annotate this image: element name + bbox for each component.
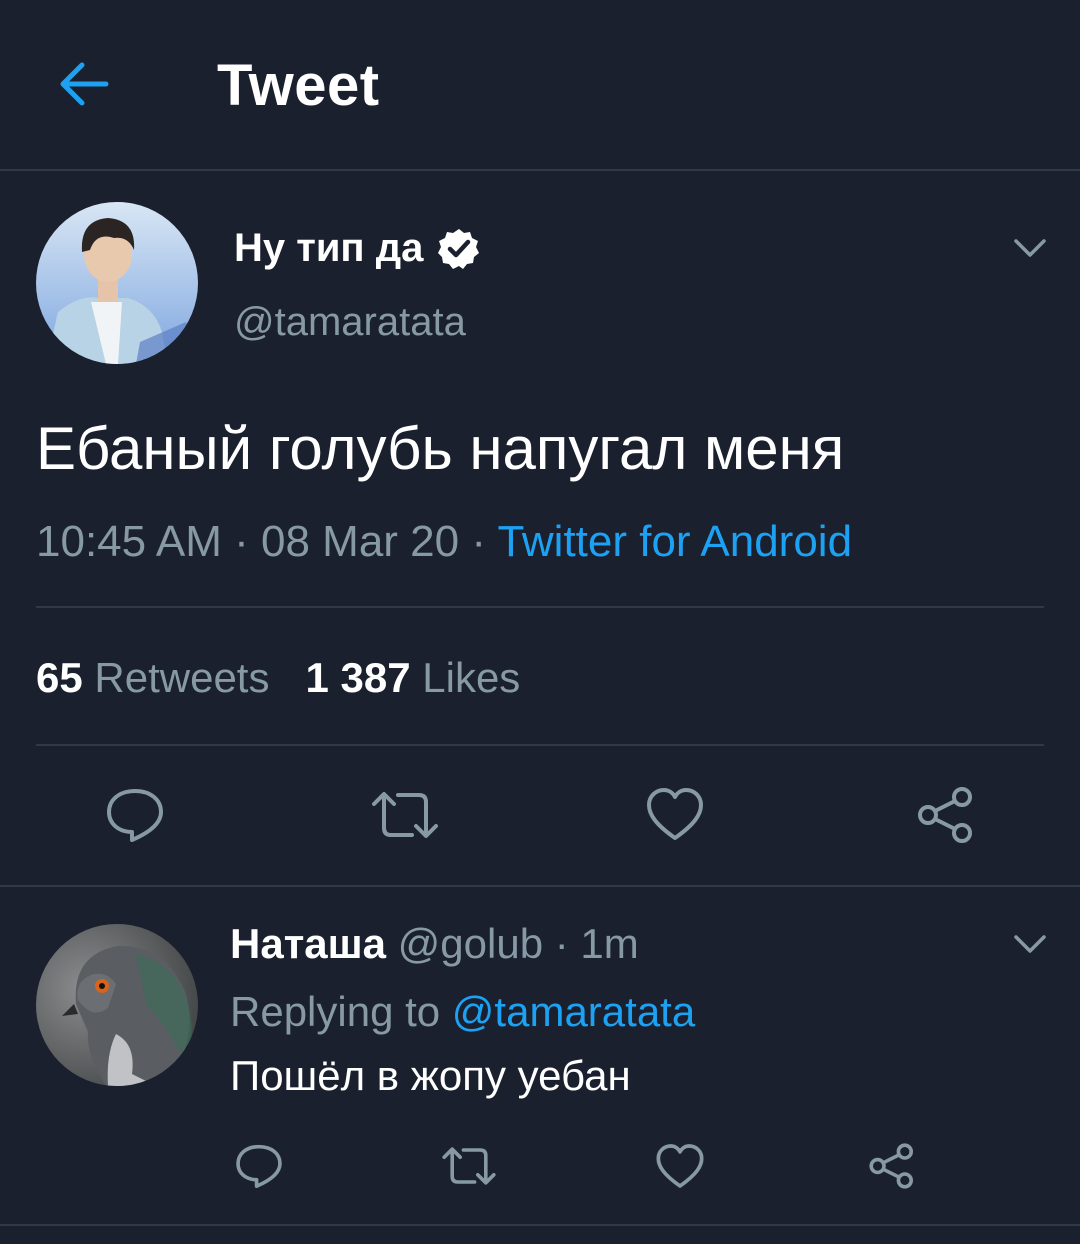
meta-separator: · [221,517,262,566]
like-icon[interactable] [655,1142,705,1190]
tweet-detail-screen: Tweet Ну тип да @tamaratata Ебаный голуб… [0,0,1080,1244]
meta-separator: · [543,920,581,967]
replying-mention-link[interactable]: @tamaratata [452,988,695,1035]
retweet-icon[interactable] [441,1144,497,1188]
reply-display-name[interactable]: Наташа [230,920,386,967]
author-name-text: Ну тип да [234,226,424,270]
retweets-label: Retweets [94,654,270,701]
author-handle[interactable]: @tamaratata [234,300,466,345]
author-avatar[interactable] [36,202,198,364]
section-divider [0,1224,1080,1226]
reply-text: Пошёл в жопу уебан [230,1052,631,1099]
retweet-icon[interactable] [370,788,440,842]
tweet-date: 08 Mar 20 [261,517,460,566]
like-icon[interactable] [645,786,705,842]
chevron-down-icon[interactable] [1012,236,1048,260]
tweet-time: 10:45 AM [36,517,222,566]
page-title: Tweet [217,53,380,118]
tweet-source-link[interactable]: Twitter for Android [497,517,852,566]
chevron-down-icon[interactable] [1012,932,1048,956]
section-divider [0,885,1080,887]
reply-icon[interactable] [104,786,166,844]
likes-stat[interactable]: 1 387 Likes [305,654,520,701]
likes-count: 1 387 [305,654,411,701]
reply-icon[interactable] [234,1142,284,1190]
reply-time: 1m [580,920,639,967]
reply-handle[interactable]: @golub [398,920,543,967]
reply-author-avatar[interactable] [36,924,198,1086]
divider [36,606,1044,608]
tweet-stats: 65 Retweets 1 387 Likes [36,654,520,702]
retweets-stat[interactable]: 65 Retweets [36,654,269,701]
meta-separator: · [459,517,498,566]
share-icon[interactable] [916,786,976,844]
replying-to-line: Replying to @tamaratata [230,988,695,1036]
retweets-count: 65 [36,654,83,701]
tweet-text: Ебаный голубь напугал меня [36,415,845,482]
divider [36,744,1044,746]
tweet-meta: 10:45 AM · 08 Mar 20 · Twitter for Andro… [36,517,852,567]
share-icon[interactable] [868,1142,916,1190]
replying-prefix: Replying to [230,988,441,1035]
reply-header: Наташа @golub · 1m [230,920,639,968]
top-app-bar: Tweet [0,0,1080,171]
author-display-name[interactable]: Ну тип да [234,226,481,271]
verified-badge-icon [437,227,481,271]
arrow-left-icon[interactable] [56,56,114,112]
likes-label: Likes [422,654,521,701]
